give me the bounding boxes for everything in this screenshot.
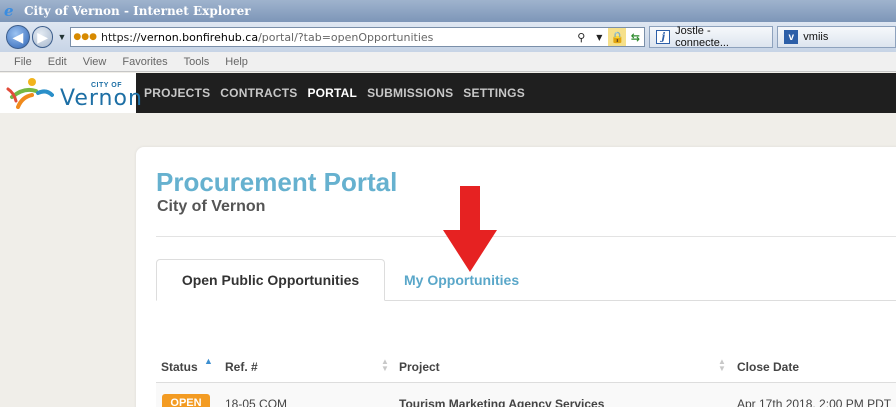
back-button[interactable]: ◀ xyxy=(6,25,30,49)
table-header: Status ▲ Ref. # ▲ ▼ Project ▲ ▼ Close Date xyxy=(156,352,896,382)
address-toolbar: ◀ ▶ ▼ ●●● https:// vernon.bonfirehub.ca … xyxy=(0,22,896,52)
portal-card: Procurement Portal City of Vernon Open P… xyxy=(136,147,896,407)
sort-icon[interactable]: ▲ ▼ xyxy=(381,358,389,373)
site-favicon-icon: ●●● xyxy=(73,32,97,42)
menu-view[interactable]: View xyxy=(83,56,107,68)
browser-tab-jostle[interactable]: j Jostle - connecte... xyxy=(649,25,774,49)
app-navbar: CITY OF Vernon PROJECTS CONTRACTS PORTAL… xyxy=(0,73,896,113)
divider xyxy=(156,236,896,237)
window-title-bar: e City of Vernon - Internet Explorer xyxy=(0,0,896,22)
logo-vernon: Vernon xyxy=(60,86,143,111)
address-dropdown-icon[interactable]: ▼ xyxy=(590,28,608,46)
refresh-icon[interactable]: ⇆ xyxy=(626,28,644,46)
address-protocol: https:// xyxy=(100,30,141,44)
nav-submissions[interactable]: SUBMISSIONS xyxy=(367,86,453,100)
sort-ascending-icon[interactable]: ▲ xyxy=(204,357,213,366)
address-bar[interactable]: ●●● https:// vernon.bonfirehub.ca /porta… xyxy=(70,27,646,47)
forward-button[interactable]: ▶ xyxy=(31,26,54,48)
nav-contracts[interactable]: CONTRACTS xyxy=(220,86,297,100)
menu-help[interactable]: Help xyxy=(225,56,248,68)
nav-settings[interactable]: SETTINGS xyxy=(463,86,525,100)
nav-projects[interactable]: PROJECTS xyxy=(144,86,210,100)
city-logo-mark-icon xyxy=(6,78,54,109)
status-badge: OPEN xyxy=(162,394,210,407)
vmiis-icon: v xyxy=(784,30,799,44)
city-logo[interactable]: CITY OF Vernon xyxy=(0,73,142,113)
menu-edit[interactable]: Edit xyxy=(48,56,67,68)
table-row[interactable]: OPEN 18-05 COM Tourism Marketing Agency … xyxy=(156,383,896,407)
menu-bar: File Edit View Favorites Tools Help xyxy=(0,52,896,72)
row-project[interactable]: Tourism Marketing Agency Services xyxy=(399,397,604,407)
red-arrow-annotation-icon xyxy=(443,186,497,272)
column-ref[interactable]: Ref. # xyxy=(225,360,258,374)
column-status[interactable]: Status xyxy=(161,360,198,374)
browser-tab-label: vmiis xyxy=(803,31,829,43)
sort-icon[interactable]: ▲ ▼ xyxy=(718,358,726,373)
row-ref: 18-05 COM xyxy=(225,397,288,407)
history-dropdown-icon[interactable]: ▼ xyxy=(57,32,66,42)
menu-file[interactable]: File xyxy=(14,56,32,68)
tab-open-public-opportunities[interactable]: Open Public Opportunities xyxy=(156,259,385,301)
internet-explorer-icon: e xyxy=(4,2,14,20)
page-title: Procurement Portal xyxy=(156,167,398,197)
lock-icon[interactable]: 🔒 xyxy=(608,28,627,46)
search-icon[interactable]: ⚲ xyxy=(572,28,590,46)
menu-favorites[interactable]: Favorites xyxy=(122,56,167,68)
page-subtitle: City of Vernon xyxy=(157,198,266,215)
row-close-date: Apr 17th 2018, 2:00 PM PDT xyxy=(737,397,892,407)
nav-portal[interactable]: PORTAL xyxy=(307,86,357,100)
opportunity-tabs: Open Public Opportunities My Opportuniti… xyxy=(156,259,896,301)
main-nav: PROJECTS CONTRACTS PORTAL SUBMISSIONS SE… xyxy=(144,73,525,113)
window-title: City of Vernon - Internet Explorer xyxy=(24,4,251,18)
browser-tab-vmiis[interactable]: v vmiis xyxy=(777,26,896,48)
column-project[interactable]: Project xyxy=(399,360,440,374)
address-domain: vernon.bonfirehub.ca xyxy=(140,30,259,44)
browser-tab-label: Jostle - connecte... xyxy=(675,25,729,49)
menu-tools[interactable]: Tools xyxy=(184,56,210,68)
column-close-date[interactable]: Close Date xyxy=(737,360,799,374)
address-path: /portal/?tab=openOpportunities xyxy=(258,30,434,44)
jostle-icon: j xyxy=(656,30,671,44)
